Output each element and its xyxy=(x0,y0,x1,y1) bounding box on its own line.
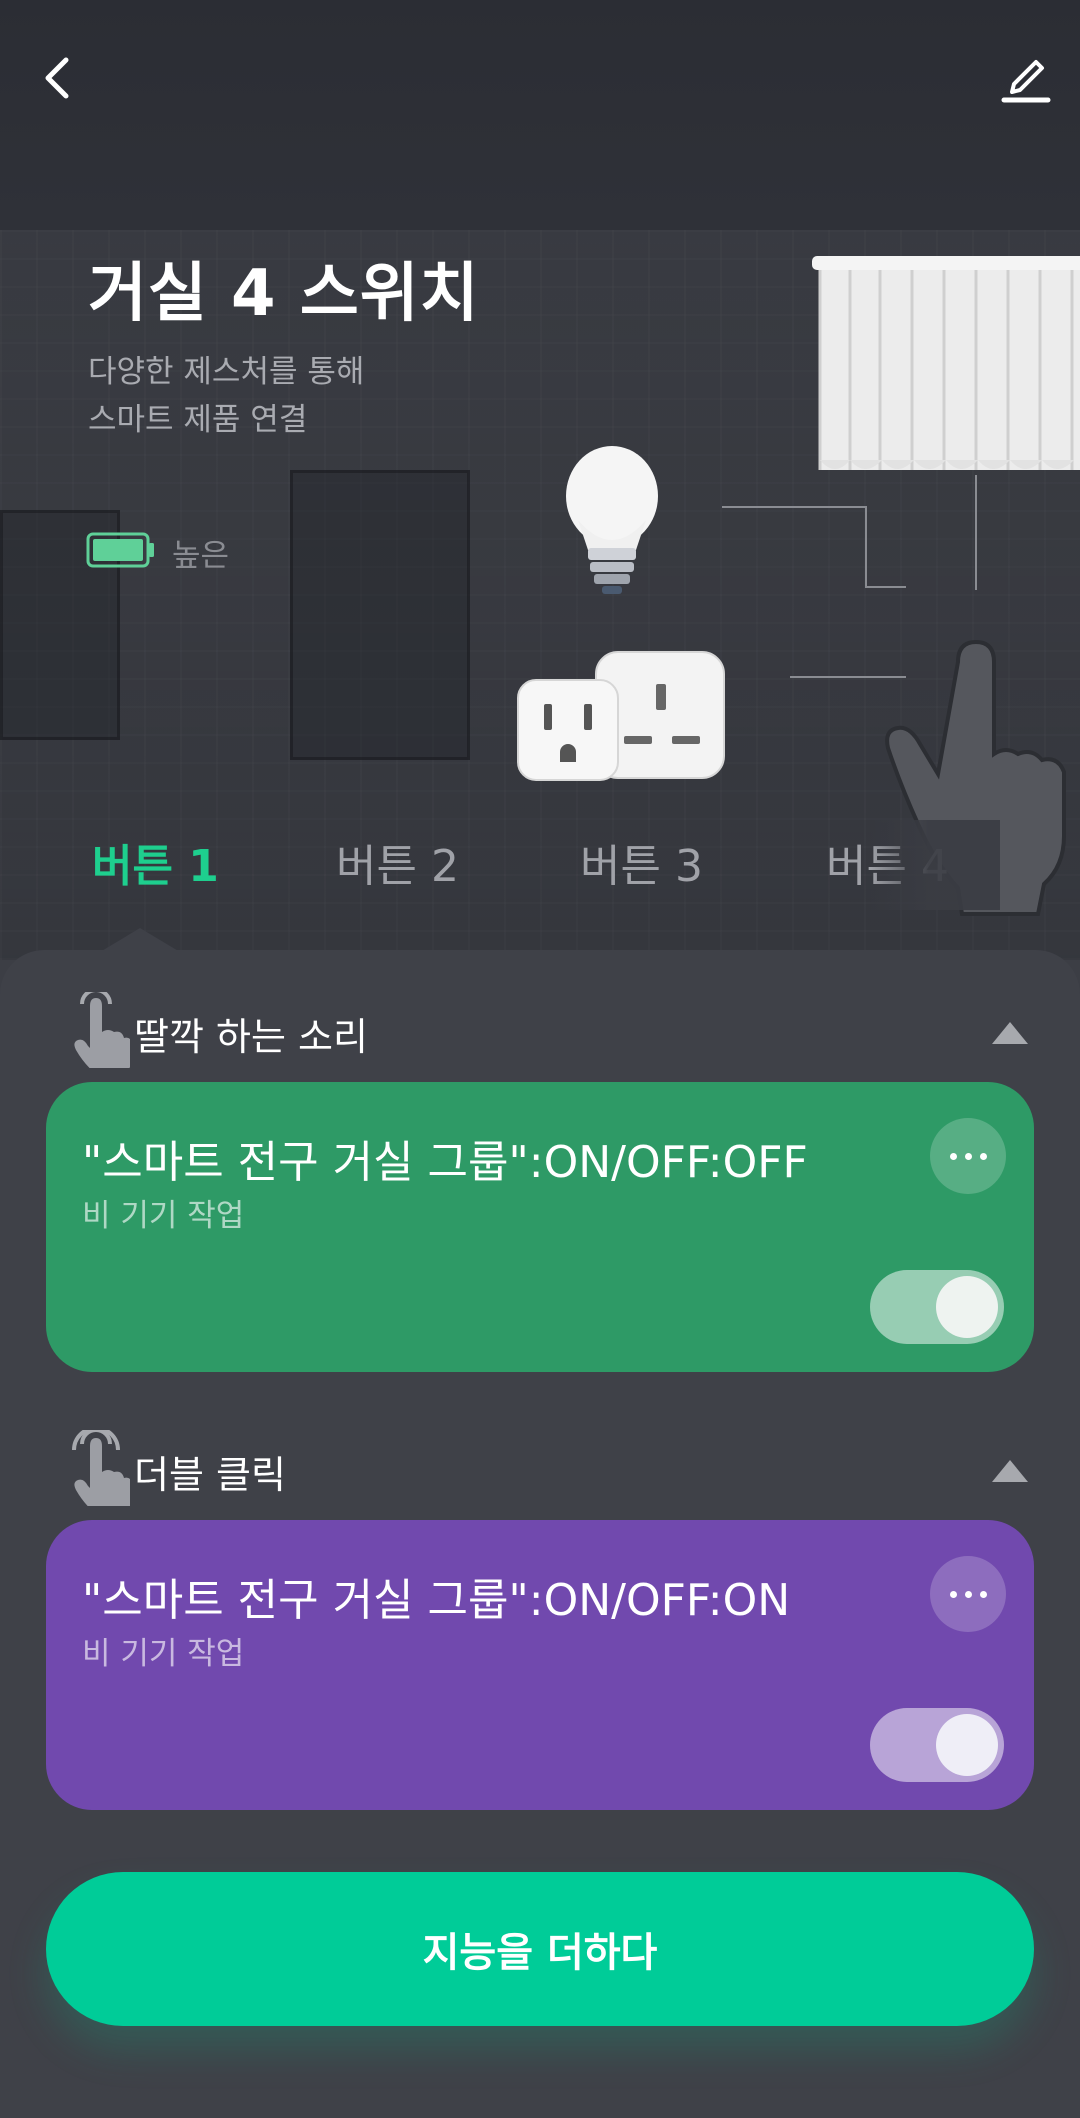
light-bulb-icon xyxy=(566,446,658,594)
tabs-scroll-fade xyxy=(870,820,1000,910)
tab-button-1[interactable]: 버튼 1 xyxy=(92,830,219,894)
pencil-icon[interactable] xyxy=(996,48,1056,108)
tab-button-2[interactable]: 버튼 2 xyxy=(336,830,459,894)
battery-icon xyxy=(86,532,154,568)
toggle-knob xyxy=(936,1276,998,1338)
subtitle-line: 스마트 제품 연결 xyxy=(88,402,308,438)
page-subtitle: 다양한 제스처를 통해 스마트 제품 연결 xyxy=(88,348,364,444)
action-enable-toggle[interactable] xyxy=(870,1708,1004,1782)
add-smart-button-label: 지능을 더하다 xyxy=(422,1930,658,1976)
subtitle-line: 다양한 제스처를 통해 xyxy=(88,354,365,390)
more-dots-icon[interactable] xyxy=(930,1556,1006,1632)
triangle-up-icon[interactable] xyxy=(990,1456,1030,1484)
curtain-icon xyxy=(812,256,1080,470)
double-tap-hand-icon xyxy=(72,1430,130,1506)
page-title: 거실 4 스위치 xyxy=(88,257,480,331)
power-socket-icon xyxy=(517,651,725,781)
action-title: "스마트 전구 거실 그룹":ON/OFF:OFF xyxy=(82,1137,808,1188)
action-subtitle: 비 기기 작업 xyxy=(82,1636,245,1672)
smart-devices-illustration xyxy=(517,256,1080,916)
section-title: 딸깍 하는 소리 xyxy=(134,1015,368,1059)
tab-button-3[interactable]: 버튼 3 xyxy=(580,830,703,894)
section-double-click: 더블 클릭 xyxy=(0,1430,1080,1510)
action-title: "스마트 전구 거실 그룹":ON/OFF:ON xyxy=(82,1575,791,1626)
hero-area xyxy=(0,0,1080,960)
battery-status-text: 높은 xyxy=(172,538,230,574)
back-chevron-icon[interactable] xyxy=(30,48,90,108)
action-card-double-click[interactable]: "스마트 전구 거실 그룹":ON/OFF:ON 비 기기 작업 xyxy=(46,1520,1034,1810)
action-subtitle: 비 기기 작업 xyxy=(82,1198,245,1234)
triangle-up-icon[interactable] xyxy=(990,1018,1030,1046)
section-title: 더블 클릭 xyxy=(134,1453,286,1497)
action-enable-toggle[interactable] xyxy=(870,1270,1004,1344)
toggle-knob xyxy=(936,1714,998,1776)
active-tab-pointer xyxy=(100,928,180,952)
add-smart-button[interactable]: 지능을 더하다 xyxy=(46,1872,1034,2026)
action-card-single-click[interactable]: "스마트 전구 거실 그룹":ON/OFF:OFF 비 기기 작업 xyxy=(46,1082,1034,1372)
single-tap-hand-icon xyxy=(74,992,130,1068)
more-dots-icon[interactable] xyxy=(930,1118,1006,1194)
section-single-click: 딸깍 하는 소리 xyxy=(0,992,1080,1072)
